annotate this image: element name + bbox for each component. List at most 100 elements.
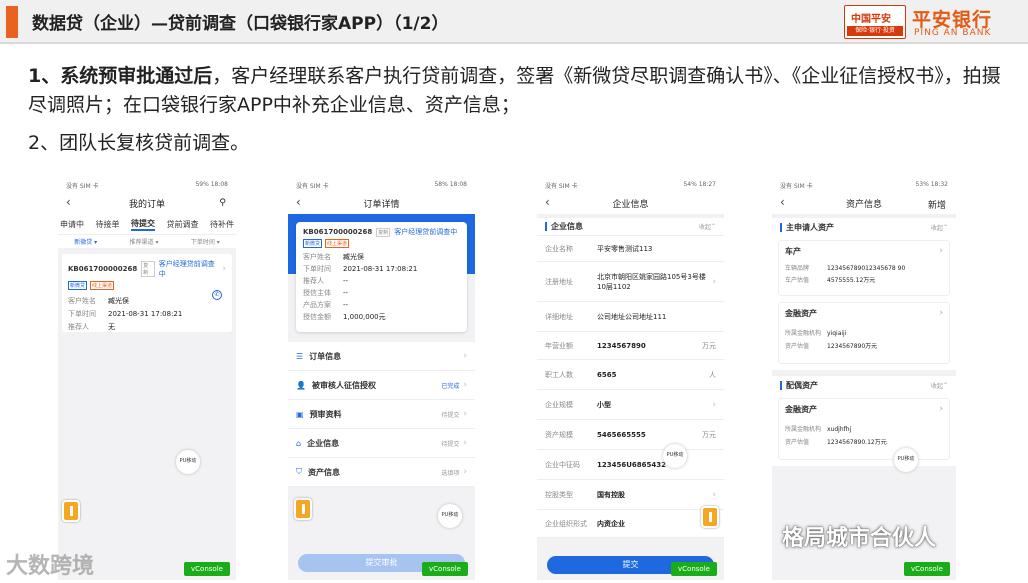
pu-float-button[interactable]: PU移动 <box>176 450 200 474</box>
phone-my-orders: 没有 SIM 卡 59% 18:08 ‹ 我的订单 ⚲ 申请中 待接单 待提交 贷… <box>58 178 236 580</box>
logo-tagline: 保险·银行·投资 <box>847 26 903 36</box>
vconsole-button[interactable]: vConsole <box>422 562 468 576</box>
order-card[interactable]: KB061700000268 复制 客户经理贷前调查中 › 新微贷 线上渠道 客… <box>62 254 232 332</box>
logo-badge: 中国平安 保险·银行·投资 <box>844 5 906 39</box>
badge-channel: 线上渠道 <box>90 281 115 290</box>
field-label: 授信金额 <box>303 313 331 321</box>
field-value: -- <box>343 289 349 297</box>
order-status: 客户经理贷前调查中 <box>394 228 458 236</box>
field-value: 臧光俣 <box>108 297 129 305</box>
search-icon[interactable]: ⚲ <box>219 198 226 208</box>
pu-float-button[interactable]: PU移动 <box>438 504 462 528</box>
slide-body: 1、系统预审批通过后，客户经理联系客户执行贷前调查，签署《新微贷尽职调查确认书》… <box>28 62 1008 158</box>
float-coin-icon[interactable] <box>294 498 312 520</box>
slide-title: 数据贷（企业）—贷前调查（口袋银行家APP）（1/2） <box>32 14 449 34</box>
badge-channel: 线上渠道 <box>325 239 350 248</box>
filter-time[interactable]: 下单时间 ▾ <box>191 237 220 246</box>
menu-precheck-docs[interactable]: ▣ 预审资料 待提交 › <box>288 400 475 429</box>
row-reg-address[interactable]: 注册地址 北京市朝阳区姚家园路105号3号楼10层1102 › <box>537 262 724 302</box>
tab-pending[interactable]: 待接单 <box>96 219 120 230</box>
chevron-right-icon: › <box>463 467 467 477</box>
back-icon[interactable]: ‹ <box>545 195 550 209</box>
collapse-toggle[interactable]: 收起 <box>699 222 711 231</box>
page-title: 企业信息 <box>612 199 649 210</box>
section-header-spouse: 配偶资产 收起 ⌃ <box>772 376 956 394</box>
page-title: 订单详情 <box>363 199 400 210</box>
collapse-toggle[interactable]: 收起 <box>931 381 943 390</box>
asset-card-car[interactable]: 车产 › 车辆品牌 123456789012345678 90 车产估值 457555… <box>778 240 950 296</box>
back-icon[interactable]: ‹ <box>66 195 71 209</box>
section-title: 企业信息 <box>551 222 583 231</box>
page-title: 资产信息 <box>845 199 882 210</box>
step-2-text: 2、团队长复核贷前调查。 <box>28 132 250 154</box>
row-company-scale[interactable]: 企业规模 小型 › <box>537 390 724 420</box>
filter-bar: 新微贷 ▾ 推荐渠道 ▾ 下单时间 ▾ <box>58 234 236 248</box>
menu-credit-auth[interactable]: 👤 被审核人征信授权 已完成 › <box>288 371 475 400</box>
header-accent-bar <box>6 6 18 38</box>
float-coin-icon[interactable] <box>62 500 80 522</box>
row-employees[interactable]: 职工人数 6565 人 <box>537 360 724 390</box>
tab-supplement[interactable]: 待补件 <box>210 219 234 230</box>
user-icon: 👤 <box>296 380 306 390</box>
badge-product: 新微贷 <box>68 281 88 290</box>
order-id: KB061700000268 <box>68 265 138 273</box>
collapse-toggle[interactable]: 收起 <box>931 223 943 232</box>
filter-channel[interactable]: 推荐渠道 ▾ <box>130 237 159 246</box>
field-value: 2021-08-31 17:08:21 <box>108 310 183 318</box>
phone-company-info: 没有 SIM 卡 54% 18:27 ‹ 企业信息 企业信息 收起 ⌃ 企业名称 平安… <box>537 178 724 580</box>
step-1-text: 1、系统预审批通过后，客户经理联系客户执行贷前调查，签署《新微贷尽职调查确认书》… <box>28 62 1008 120</box>
asset-card-spouse-financial[interactable]: 金融资产 › 所属金融机构 xudjhfhj 资产估值 1234567890.12万元 <box>778 398 950 460</box>
copy-tag[interactable]: 复制 <box>376 227 391 237</box>
watermark-right: 格局城市合伙人 <box>782 526 937 551</box>
slide-header: 数据贷（企业）—贷前调查（口袋银行家APP）（1/2） 中国平安 保险·银行·投… <box>0 0 1028 44</box>
row-credit-code[interactable]: 企业中征码 123456U6865432 <box>537 450 724 480</box>
row-org-form[interactable]: 企业组织形式内资企业› <box>537 510 724 538</box>
tab-investigation[interactable]: 贷前调查 <box>167 219 199 230</box>
asset-card-financial[interactable]: 金融资产 › 所属金融机构 yiqiaiji 资产估值 1234567890万元 <box>778 302 950 364</box>
copy-tag[interactable]: 复制 <box>141 261 155 277</box>
chevron-right-icon: › <box>463 409 467 419</box>
row-revenue[interactable]: 年营业额 1234567890 万元 <box>537 332 724 360</box>
field-value: 2021-08-31 17:08:21 <box>343 265 418 273</box>
order-card: KB061700000268 复制 客户经理贷前调查中 新微贷 线上渠道 客户姓… <box>296 222 467 332</box>
vconsole-button[interactable]: vConsole <box>671 562 717 576</box>
chevron-right-icon: › <box>222 264 226 274</box>
badge-product: 新微贷 <box>303 239 323 248</box>
nav-bar: ‹ 我的订单 ⚲ <box>58 192 236 214</box>
vconsole-button[interactable]: vConsole <box>184 562 230 576</box>
nav-bar: ‹ 企业信息 <box>537 192 724 214</box>
shield-icon: ⛉ <box>296 467 302 476</box>
menu-order-info[interactable]: ☰ 订单信息 › <box>288 342 475 371</box>
menu-company-info[interactable]: ⌂ 企业信息 待提交 › <box>288 429 475 458</box>
pingan-bank-logo: 中国平安 保险·银行·投资 平安银行 PING AN BANK <box>844 5 1014 39</box>
field-value: 无 <box>108 323 115 331</box>
menu-asset-info[interactable]: ⛉ 资产信息 选填项 › <box>288 458 475 487</box>
phone-order-detail: 没有 SIM 卡 58% 18:08 ‹ 订单详情 KB061700000268 … <box>288 178 475 580</box>
order-status: 客户经理贷前调查中 <box>158 260 215 278</box>
row-detail-address[interactable]: 详细地址 公司地址公司地址111 <box>537 302 724 332</box>
back-icon[interactable]: ‹ <box>296 195 301 209</box>
field-label: 推荐人 <box>303 277 324 285</box>
phone-call-icon[interactable]: ✆ <box>212 290 222 300</box>
vconsole-button[interactable]: vConsole <box>904 562 950 576</box>
back-icon[interactable]: ‹ <box>780 195 785 209</box>
pu-float-button[interactable]: PU移动 <box>663 444 687 468</box>
image-icon: ▣ <box>296 409 304 419</box>
home-icon: ⌂ <box>296 438 302 448</box>
nav-bar: ‹ 资产信息 新增 <box>772 192 956 214</box>
status-bar: 没有 SIM 卡 53% 18:32 <box>772 178 956 192</box>
row-company-name[interactable]: 企业名称 平安零售测试113 <box>537 236 724 262</box>
pu-float-button[interactable]: PU移动 <box>894 448 918 472</box>
status-bar: 没有 SIM 卡 58% 18:08 <box>288 178 475 192</box>
logo-small-text: 中国平安 <box>851 14 891 25</box>
float-coin-icon[interactable] <box>701 506 719 528</box>
watermark-left: 大数跨境 <box>6 554 95 579</box>
filter-product[interactable]: 新微贷 ▾ <box>74 237 97 246</box>
row-holding-type[interactable]: 控股类型 国有控股 › <box>537 480 724 510</box>
tab-applying[interactable]: 申请中 <box>60 219 84 230</box>
row-asset-scale[interactable]: 资产规模 5465665555 万元 <box>537 420 724 450</box>
status-bar: 没有 SIM 卡 59% 18:08 <box>58 178 236 192</box>
tab-to-submit[interactable]: 待提交 <box>131 218 155 231</box>
add-button[interactable]: 新增 <box>928 198 946 211</box>
field-label: 下单时间 <box>303 265 331 273</box>
